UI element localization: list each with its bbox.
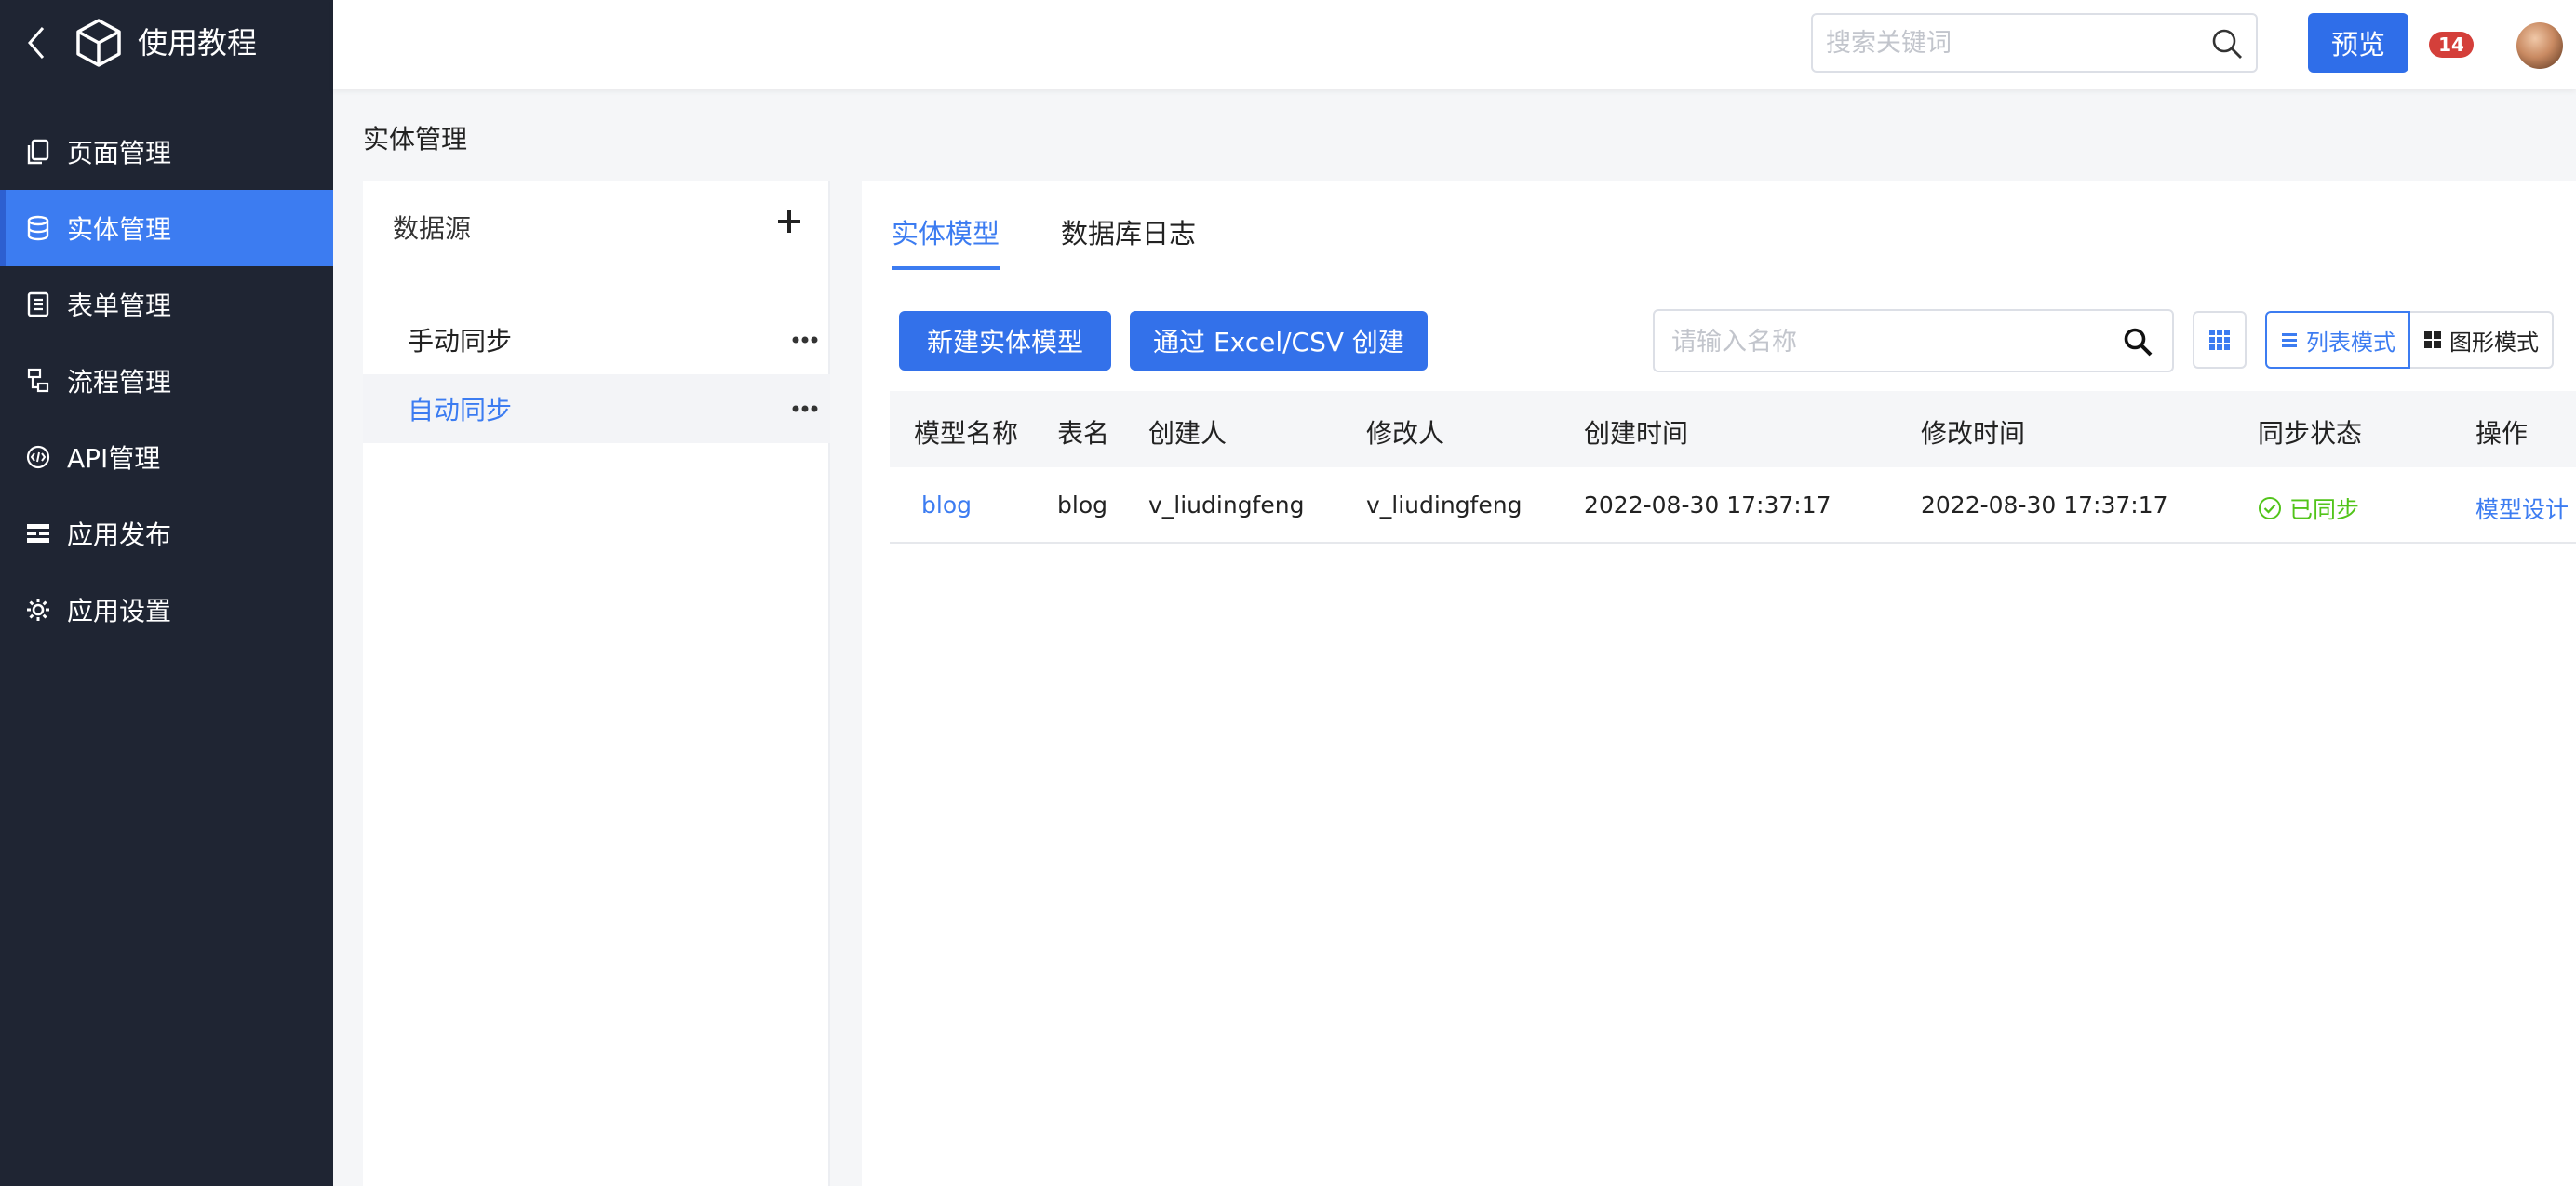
tab-entity-model[interactable]: 实体模型: [892, 212, 1000, 270]
search-icon[interactable]: [2209, 26, 2245, 61]
model-design-link[interactable]: 模型设计: [2475, 492, 2569, 525]
datasource-item-label: 自动同步: [408, 395, 513, 425]
sidebar-item-label: 流程管理: [67, 367, 172, 398]
column-header: 模型名称: [914, 418, 1019, 449]
sidebar-item-label: 表单管理: [67, 290, 172, 321]
column-header: 表名: [1057, 418, 1110, 449]
page-title: 实体管理: [363, 124, 468, 155]
datasource-panel: 数据源 手动同步 自动同步: [363, 181, 830, 1186]
model-name-link[interactable]: blog: [921, 492, 972, 519]
column-header: 创建人: [1148, 418, 1228, 449]
sidebar-item-pages[interactable]: 页面管理: [0, 114, 333, 190]
graph-mode-label: 图形模式: [2449, 329, 2539, 356]
top-bar: 预览 14: [333, 0, 2576, 89]
workflow-icon: [24, 367, 52, 395]
tab-database-log[interactable]: 数据库日志: [1061, 212, 1196, 266]
graph-mode-button[interactable]: 图形模式: [2410, 311, 2554, 369]
sidebar-item-label: 应用发布: [67, 519, 172, 550]
sidebar-item-label: 页面管理: [67, 138, 172, 168]
datasource-item-auto[interactable]: 自动同步: [363, 374, 830, 443]
sidebar-item-entity[interactable]: 实体管理: [0, 190, 333, 266]
entity-table: 模型名称 表名 创建人 修改人 创建时间 修改时间 同步状态 操作 blog b…: [890, 391, 2576, 544]
app-root: 使用教程 页面管理 实体管理 表单管理 流程管理 API管理 应用发布 应用设置…: [0, 0, 2576, 1186]
created-at-cell: 2022-08-30 17:37:17: [1584, 492, 1831, 519]
check-circle-icon: [2259, 497, 2281, 519]
more-options-icon[interactable]: [789, 324, 821, 356]
avatar[interactable]: [2516, 22, 2563, 69]
cube-logo-icon: [76, 19, 121, 67]
pages-icon: [24, 138, 52, 166]
datasource-item-manual[interactable]: 手动同步: [363, 305, 830, 374]
sidebar: 使用教程 页面管理 实体管理 表单管理 流程管理 API管理 应用发布 应用设置: [0, 0, 333, 1186]
database-icon: [24, 214, 52, 242]
notification-badge[interactable]: 14: [2429, 32, 2474, 58]
modified-at-cell: 2022-08-30 17:37:17: [1921, 492, 2168, 519]
api-icon: [24, 443, 52, 471]
column-header: 修改人: [1366, 418, 1445, 449]
grid-view-button[interactable]: [2193, 311, 2247, 369]
creator-cell: v_liudingfeng: [1148, 492, 1305, 519]
view-mode-toggle: 列表模式 图形模式: [2265, 311, 2554, 369]
table-row: blog blog v_liudingfeng v_liudingfeng 20…: [890, 467, 2576, 544]
sidebar-nav: 页面管理 实体管理 表单管理 流程管理 API管理 应用发布 应用设置: [0, 114, 333, 648]
more-options-icon[interactable]: [789, 393, 821, 425]
gear-icon: [24, 596, 52, 624]
sidebar-item-label: API管理: [67, 443, 161, 474]
entity-main-panel: 实体模型 数据库日志 新建实体模型 通过 Excel/CSV 创建 列表模式 图…: [862, 181, 2576, 1186]
column-header: 创建时间: [1584, 418, 1689, 449]
tiles-icon: [2424, 331, 2441, 348]
plus-icon: [778, 210, 800, 233]
brand-header: 使用教程: [0, 0, 333, 86]
sidebar-item-publish[interactable]: 应用发布: [0, 495, 333, 572]
sidebar-item-label: 应用设置: [67, 596, 172, 627]
add-datasource-button[interactable]: [771, 203, 808, 240]
modifier-cell: v_liudingfeng: [1366, 492, 1523, 519]
global-search: [1811, 13, 2258, 73]
sidebar-item-label: 实体管理: [67, 214, 172, 245]
datasource-item-label: 手动同步: [408, 326, 513, 357]
sidebar-item-workflow[interactable]: 流程管理: [0, 343, 333, 419]
excel-csv-create-button[interactable]: 通过 Excel/CSV 创建: [1130, 311, 1428, 371]
chevron-left-icon: [28, 27, 45, 59]
column-header: 同步状态: [2258, 418, 2363, 449]
sidebar-item-settings[interactable]: 应用设置: [0, 572, 333, 648]
app-title: 使用教程: [138, 25, 258, 61]
new-entity-model-button[interactable]: 新建实体模型: [899, 311, 1111, 371]
form-icon: [24, 290, 52, 318]
column-header: 操作: [2475, 418, 2529, 449]
sync-status-badge: 已同步: [2258, 492, 2359, 525]
table-header: 模型名称 表名 创建人 修改人 创建时间 修改时间 同步状态 操作: [890, 391, 2576, 467]
publish-icon: [24, 519, 52, 547]
list-icon: [2282, 333, 2297, 347]
list-mode-label: 列表模式: [2306, 329, 2395, 356]
name-search: [1653, 309, 2174, 372]
datasource-header: 数据源: [393, 213, 472, 244]
search-icon[interactable]: [2122, 326, 2153, 357]
sidebar-item-api[interactable]: API管理: [0, 419, 333, 495]
preview-button[interactable]: 预览: [2308, 13, 2408, 73]
table-name-cell: blog: [1057, 492, 1107, 519]
sidebar-item-forms[interactable]: 表单管理: [0, 266, 333, 343]
sync-status-label: 已同步: [2289, 496, 2360, 523]
name-search-input[interactable]: [1671, 320, 2100, 363]
back-button[interactable]: [20, 20, 52, 65]
global-search-input[interactable]: [1826, 22, 2198, 63]
column-header: 修改时间: [1921, 418, 2026, 449]
grid-icon: [2209, 330, 2230, 350]
list-mode-button[interactable]: 列表模式: [2265, 311, 2410, 369]
